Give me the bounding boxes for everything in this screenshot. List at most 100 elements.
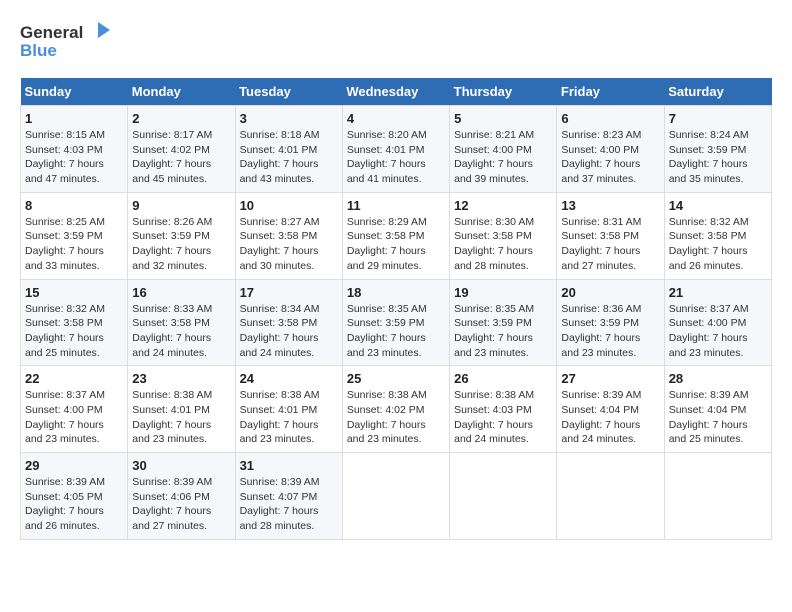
calendar-week-row: 1 Sunrise: 8:15 AMSunset: 4:03 PMDaylight… xyxy=(21,106,772,193)
day-info: Sunrise: 8:25 AMSunset: 3:59 PMDaylight:… xyxy=(25,215,123,274)
day-info: Sunrise: 8:17 AMSunset: 4:02 PMDaylight:… xyxy=(132,128,230,187)
calendar-cell: 3 Sunrise: 8:18 AMSunset: 4:01 PMDaylight… xyxy=(235,106,342,193)
calendar-cell: 9 Sunrise: 8:26 AMSunset: 3:59 PMDaylight… xyxy=(128,192,235,279)
day-info: Sunrise: 8:15 AMSunset: 4:03 PMDaylight:… xyxy=(25,128,123,187)
day-info: Sunrise: 8:33 AMSunset: 3:58 PMDaylight:… xyxy=(132,302,230,361)
day-info: Sunrise: 8:37 AMSunset: 4:00 PMDaylight:… xyxy=(669,302,767,361)
day-info: Sunrise: 8:35 AMSunset: 3:59 PMDaylight:… xyxy=(454,302,552,361)
calendar-cell: 21Sunrise: 8:37 AMSunset: 4:00 PMDayligh… xyxy=(664,279,771,366)
calendar-cell: 19 Sunrise: 8:35 AMSunset: 3:59 PMDayligh… xyxy=(450,279,557,366)
day-number: 20 xyxy=(561,285,659,300)
day-info: Sunrise: 8:39 AMSunset: 4:04 PMDaylight:… xyxy=(561,388,659,447)
calendar-week-row: 15 Sunrise: 8:32 AMSunset: 3:58 PMDayligh… xyxy=(21,279,772,366)
day-number: 8 xyxy=(25,198,123,213)
calendar-cell: 22 Sunrise: 8:37 AMSunset: 4:00 PMDayligh… xyxy=(21,366,128,453)
day-info: Sunrise: 8:39 AMSunset: 4:07 PMDaylight:… xyxy=(240,475,338,534)
page-header: General Blue xyxy=(20,20,772,62)
day-info: Sunrise: 8:39 AMSunset: 4:05 PMDaylight:… xyxy=(25,475,123,534)
calendar-cell: 13 Sunrise: 8:31 AMSunset: 3:58 PMDayligh… xyxy=(557,192,664,279)
calendar-cell: 7 Sunrise: 8:24 AMSunset: 3:59 PMDaylight… xyxy=(664,106,771,193)
day-number: 14 xyxy=(669,198,767,213)
calendar-cell: 10Sunrise: 8:27 AMSunset: 3:58 PMDayligh… xyxy=(235,192,342,279)
day-number: 25 xyxy=(347,371,445,386)
day-number: 22 xyxy=(25,371,123,386)
calendar-cell: 31 Sunrise: 8:39 AMSunset: 4:07 PMDayligh… xyxy=(235,453,342,540)
day-number: 12 xyxy=(454,198,552,213)
day-info: Sunrise: 8:34 AMSunset: 3:58 PMDaylight:… xyxy=(240,302,338,361)
day-number: 13 xyxy=(561,198,659,213)
day-number: 2 xyxy=(132,111,230,126)
day-info: Sunrise: 8:38 AMSunset: 4:02 PMDaylight:… xyxy=(347,388,445,447)
day-number: 28 xyxy=(669,371,767,386)
day-info: Sunrise: 8:31 AMSunset: 3:58 PMDaylight:… xyxy=(561,215,659,274)
day-info: Sunrise: 8:24 AMSunset: 3:59 PMDaylight:… xyxy=(669,128,767,187)
calendar-cell xyxy=(342,453,449,540)
calendar-cell: 1 Sunrise: 8:15 AMSunset: 4:03 PMDaylight… xyxy=(21,106,128,193)
calendar-cell: 24Sunrise: 8:38 AMSunset: 4:01 PMDayligh… xyxy=(235,366,342,453)
day-number: 29 xyxy=(25,458,123,473)
day-info: Sunrise: 8:38 AMSunset: 4:01 PMDaylight:… xyxy=(132,388,230,447)
calendar-cell: 2 Sunrise: 8:17 AMSunset: 4:02 PMDaylight… xyxy=(128,106,235,193)
calendar-cell xyxy=(664,453,771,540)
calendar-cell: 28 Sunrise: 8:39 AMSunset: 4:04 PMDayligh… xyxy=(664,366,771,453)
svg-text:Blue: Blue xyxy=(20,41,57,60)
day-info: Sunrise: 8:32 AMSunset: 3:58 PMDaylight:… xyxy=(25,302,123,361)
weekday-header: Friday xyxy=(557,78,664,106)
day-number: 31 xyxy=(240,458,338,473)
calendar-cell: 29 Sunrise: 8:39 AMSunset: 4:05 PMDayligh… xyxy=(21,453,128,540)
calendar-cell: 12 Sunrise: 8:30 AMSunset: 3:58 PMDayligh… xyxy=(450,192,557,279)
weekday-header: Monday xyxy=(128,78,235,106)
calendar-week-row: 8 Sunrise: 8:25 AMSunset: 3:59 PMDaylight… xyxy=(21,192,772,279)
day-number: 3 xyxy=(240,111,338,126)
calendar-cell: 16 Sunrise: 8:33 AMSunset: 3:58 PMDayligh… xyxy=(128,279,235,366)
calendar-cell xyxy=(557,453,664,540)
calendar-week-row: 22 Sunrise: 8:37 AMSunset: 4:00 PMDayligh… xyxy=(21,366,772,453)
weekday-header: Sunday xyxy=(21,78,128,106)
day-number: 5 xyxy=(454,111,552,126)
day-info: Sunrise: 8:39 AMSunset: 4:04 PMDaylight:… xyxy=(669,388,767,447)
day-number: 23 xyxy=(132,371,230,386)
calendar-table: SundayMondayTuesdayWednesdayThursdayFrid… xyxy=(20,78,772,540)
calendar-cell: 27 Sunrise: 8:39 AMSunset: 4:04 PMDayligh… xyxy=(557,366,664,453)
day-number: 7 xyxy=(669,111,767,126)
calendar-cell: 11 Sunrise: 8:29 AMSunset: 3:58 PMDayligh… xyxy=(342,192,449,279)
day-info: Sunrise: 8:38 AMSunset: 4:03 PMDaylight:… xyxy=(454,388,552,447)
day-number: 6 xyxy=(561,111,659,126)
day-number: 15 xyxy=(25,285,123,300)
calendar-cell: 15 Sunrise: 8:32 AMSunset: 3:58 PMDayligh… xyxy=(21,279,128,366)
day-number: 16 xyxy=(132,285,230,300)
weekday-header-row: SundayMondayTuesdayWednesdayThursdayFrid… xyxy=(21,78,772,106)
day-number: 10 xyxy=(240,198,338,213)
day-number: 9 xyxy=(132,198,230,213)
calendar-cell: 20 Sunrise: 8:36 AMSunset: 3:59 PMDayligh… xyxy=(557,279,664,366)
day-info: Sunrise: 8:20 AMSunset: 4:01 PMDaylight:… xyxy=(347,128,445,187)
calendar-cell: 30 Sunrise: 8:39 AMSunset: 4:06 PMDayligh… xyxy=(128,453,235,540)
day-number: 11 xyxy=(347,198,445,213)
day-info: Sunrise: 8:36 AMSunset: 3:59 PMDaylight:… xyxy=(561,302,659,361)
calendar-cell: 23 Sunrise: 8:38 AMSunset: 4:01 PMDayligh… xyxy=(128,366,235,453)
day-info: Sunrise: 8:29 AMSunset: 3:58 PMDaylight:… xyxy=(347,215,445,274)
day-number: 19 xyxy=(454,285,552,300)
day-info: Sunrise: 8:18 AMSunset: 4:01 PMDaylight:… xyxy=(240,128,338,187)
day-info: Sunrise: 8:21 AMSunset: 4:00 PMDaylight:… xyxy=(454,128,552,187)
day-number: 17 xyxy=(240,285,338,300)
calendar-week-row: 29 Sunrise: 8:39 AMSunset: 4:05 PMDayligh… xyxy=(21,453,772,540)
day-info: Sunrise: 8:30 AMSunset: 3:58 PMDaylight:… xyxy=(454,215,552,274)
logo: General Blue xyxy=(20,20,110,62)
calendar-cell: 6Sunrise: 8:23 AMSunset: 4:00 PMDaylight… xyxy=(557,106,664,193)
day-info: Sunrise: 8:39 AMSunset: 4:06 PMDaylight:… xyxy=(132,475,230,534)
calendar-cell: 25 Sunrise: 8:38 AMSunset: 4:02 PMDayligh… xyxy=(342,366,449,453)
day-number: 1 xyxy=(25,111,123,126)
day-number: 30 xyxy=(132,458,230,473)
day-number: 27 xyxy=(561,371,659,386)
day-number: 4 xyxy=(347,111,445,126)
logo-svg: General Blue xyxy=(20,20,110,62)
day-number: 18 xyxy=(347,285,445,300)
weekday-header: Thursday xyxy=(450,78,557,106)
day-info: Sunrise: 8:37 AMSunset: 4:00 PMDaylight:… xyxy=(25,388,123,447)
calendar-cell: 18Sunrise: 8:35 AMSunset: 3:59 PMDayligh… xyxy=(342,279,449,366)
weekday-header: Wednesday xyxy=(342,78,449,106)
day-info: Sunrise: 8:26 AMSunset: 3:59 PMDaylight:… xyxy=(132,215,230,274)
day-number: 26 xyxy=(454,371,552,386)
day-info: Sunrise: 8:32 AMSunset: 3:58 PMDaylight:… xyxy=(669,215,767,274)
